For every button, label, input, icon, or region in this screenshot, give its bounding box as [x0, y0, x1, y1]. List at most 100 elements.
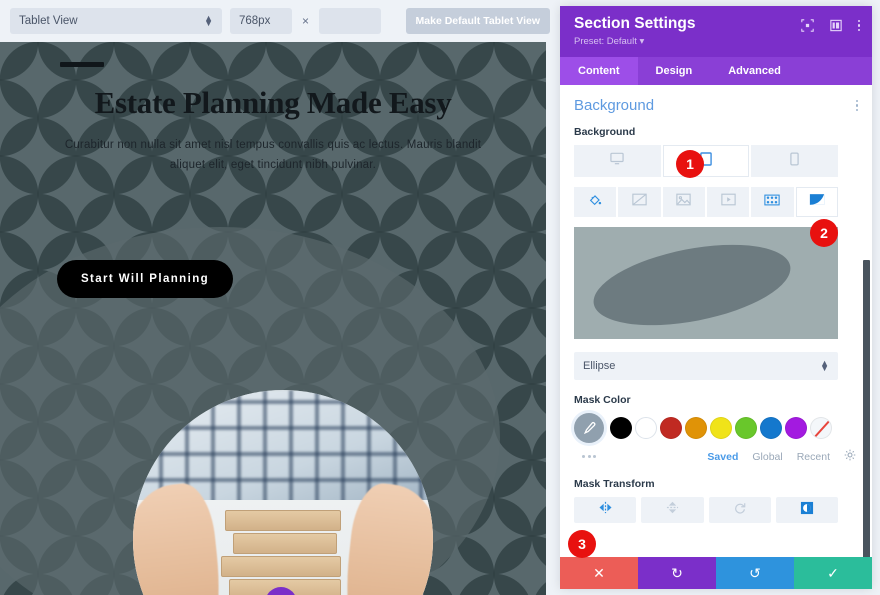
background-type-pattern[interactable] — [751, 187, 796, 217]
hero-subtitle: Curabitur non nulla sit amet nisl tempus… — [64, 139, 482, 172]
make-default-tablet-view-button[interactable]: Make Default Tablet View — [405, 8, 550, 34]
mask-transform-invert[interactable] — [775, 497, 838, 523]
hero-divider — [60, 62, 104, 67]
divi-builder-screen: Tablet View ▲ ▼ 768px × Make Default Tabl… — [0, 0, 880, 595]
mask-style-select[interactable]: Ellipse ▲ ▼ — [574, 352, 838, 380]
viewport-width-value: 768px — [239, 15, 271, 27]
mask-preview[interactable] — [574, 227, 838, 339]
color-tab-saved[interactable]: Saved — [707, 451, 738, 463]
close-icon: ✕ — [593, 564, 605, 581]
desktop-icon — [610, 152, 625, 170]
viewport-height-input[interactable] — [319, 8, 382, 34]
color-swatch-black[interactable] — [610, 417, 632, 439]
mask-color-label: Mask Color — [574, 394, 631, 406]
mask-transform-rotate[interactable] — [708, 497, 771, 523]
color-swatch-yellow[interactable] — [710, 417, 732, 439]
section-title[interactable]: Background — [574, 97, 654, 114]
device-segment-phone[interactable] — [751, 145, 839, 177]
annotation-badge-3: 3 — [568, 530, 596, 558]
view-mode-select[interactable]: Tablet View ▲ ▼ — [10, 8, 222, 34]
rotate-icon — [733, 501, 747, 520]
color-swatch-purple[interactable] — [785, 417, 807, 439]
image-icon — [676, 193, 692, 211]
background-type-video[interactable] — [706, 187, 752, 217]
tab-content[interactable]: Content — [560, 57, 638, 85]
panel-preset-selector[interactable]: Preset: Default ▾ — [574, 36, 858, 47]
check-icon: ✓ — [827, 564, 839, 581]
focus-target-icon[interactable] — [800, 19, 814, 32]
background-section-header: Background — [574, 97, 858, 114]
kebab-menu-icon[interactable] — [857, 19, 860, 32]
paint-bucket-icon — [588, 193, 602, 212]
layout-columns-icon[interactable] — [829, 19, 842, 32]
color-palette-tabs-row: Saved Global Recent — [574, 449, 858, 464]
hero-photo — [133, 390, 433, 595]
view-mode-value: Tablet View — [19, 15, 78, 27]
panel-scrollbar[interactable] — [863, 260, 870, 557]
hero-title: Estate Planning Made Easy — [94, 85, 452, 120]
cta-label: Start Will Planning — [80, 273, 210, 285]
background-type-gradient[interactable] — [618, 187, 663, 217]
video-icon — [720, 193, 736, 211]
pattern-icon — [764, 193, 781, 211]
start-will-planning-button[interactable]: Start Will Planning — [57, 260, 233, 298]
color-swatch-blue[interactable] — [760, 417, 782, 439]
gear-icon[interactable] — [844, 449, 856, 464]
panel-tabs: Content Design Advanced — [560, 57, 872, 85]
background-type-row — [574, 187, 838, 217]
mask-transform-flip-vertical[interactable] — [641, 497, 704, 523]
tab-advanced[interactable]: Advanced — [710, 57, 799, 85]
color-tab-recent[interactable]: Recent — [797, 451, 830, 463]
undo-button[interactable]: ↻ — [638, 557, 716, 589]
tab-design[interactable]: Design — [638, 57, 711, 85]
background-type-mask[interactable] — [795, 187, 838, 217]
mask-style-value: Ellipse — [583, 360, 616, 372]
tab-design-label: Design — [655, 65, 693, 77]
color-swatch-red[interactable] — [660, 417, 682, 439]
wood-block — [221, 556, 341, 577]
save-button[interactable]: ✓ — [794, 557, 872, 589]
cancel-button[interactable]: ✕ — [560, 557, 638, 589]
color-swatch-orange[interactable] — [685, 417, 707, 439]
background-field-label: Background — [574, 126, 636, 138]
mask-icon — [809, 193, 825, 211]
more-colors-ellipsis-icon[interactable] — [582, 455, 596, 458]
redo-button[interactable]: ↺ — [716, 557, 794, 589]
color-swatch-white[interactable] — [635, 417, 657, 439]
device-segment-desktop[interactable] — [574, 145, 663, 177]
page-canvas: Estate Planning Made Easy Curabitur non … — [0, 42, 546, 595]
panel-footer: ✕ ↻ ↺ ✓ — [560, 557, 872, 589]
background-type-image[interactable] — [662, 187, 707, 217]
eyedropper-icon[interactable] — [574, 413, 604, 443]
mask-transform-row — [574, 497, 838, 523]
color-swatch-green[interactable] — [735, 417, 757, 439]
spinner-arrows-icon: ▲ ▼ — [204, 13, 213, 28]
mask-transform-flip-horizontal[interactable] — [574, 497, 637, 523]
section-settings-panel: Section Settings Preset: Default ▾ Conte… — [560, 6, 872, 589]
responsive-view-toolbar: Tablet View ▲ ▼ 768px × Make Default Tabl… — [0, 0, 560, 42]
tab-content-label: Content — [578, 65, 620, 77]
viewport-width-input[interactable]: 768px — [230, 8, 292, 34]
color-tab-global[interactable]: Global — [752, 451, 782, 463]
dimension-separator: × — [302, 14, 310, 28]
spinner-arrows-icon: ▲ ▼ — [820, 358, 829, 373]
mask-transform-label: Mask Transform — [574, 478, 655, 490]
preview-pane: Tablet View ▲ ▼ 768px × Make Default Tabl… — [0, 0, 560, 595]
hero-section: Estate Planning Made Easy Curabitur non … — [0, 42, 546, 175]
panel-header: Section Settings Preset: Default ▾ — [560, 6, 872, 57]
mask-color-swatch-row — [574, 413, 858, 443]
color-palette-tabs: Saved Global Recent — [707, 449, 856, 464]
redo-icon: ↺ — [749, 564, 761, 581]
kebab-menu-icon[interactable] — [855, 99, 858, 112]
phone-icon — [790, 152, 799, 171]
annotation-badge-1: 1 — [676, 150, 704, 178]
undo-icon: ↻ — [671, 564, 683, 581]
tab-advanced-label: Advanced — [728, 65, 781, 77]
panel-body: Background Background Ellipse ▲ ▼ Mask C… — [560, 85, 872, 557]
gradient-icon — [632, 193, 647, 211]
flip-vertical-icon — [666, 500, 679, 520]
color-swatch-none[interactable] — [810, 417, 832, 439]
device-segment-row — [574, 145, 839, 177]
wood-block — [233, 533, 337, 554]
background-type-color[interactable] — [574, 187, 619, 217]
